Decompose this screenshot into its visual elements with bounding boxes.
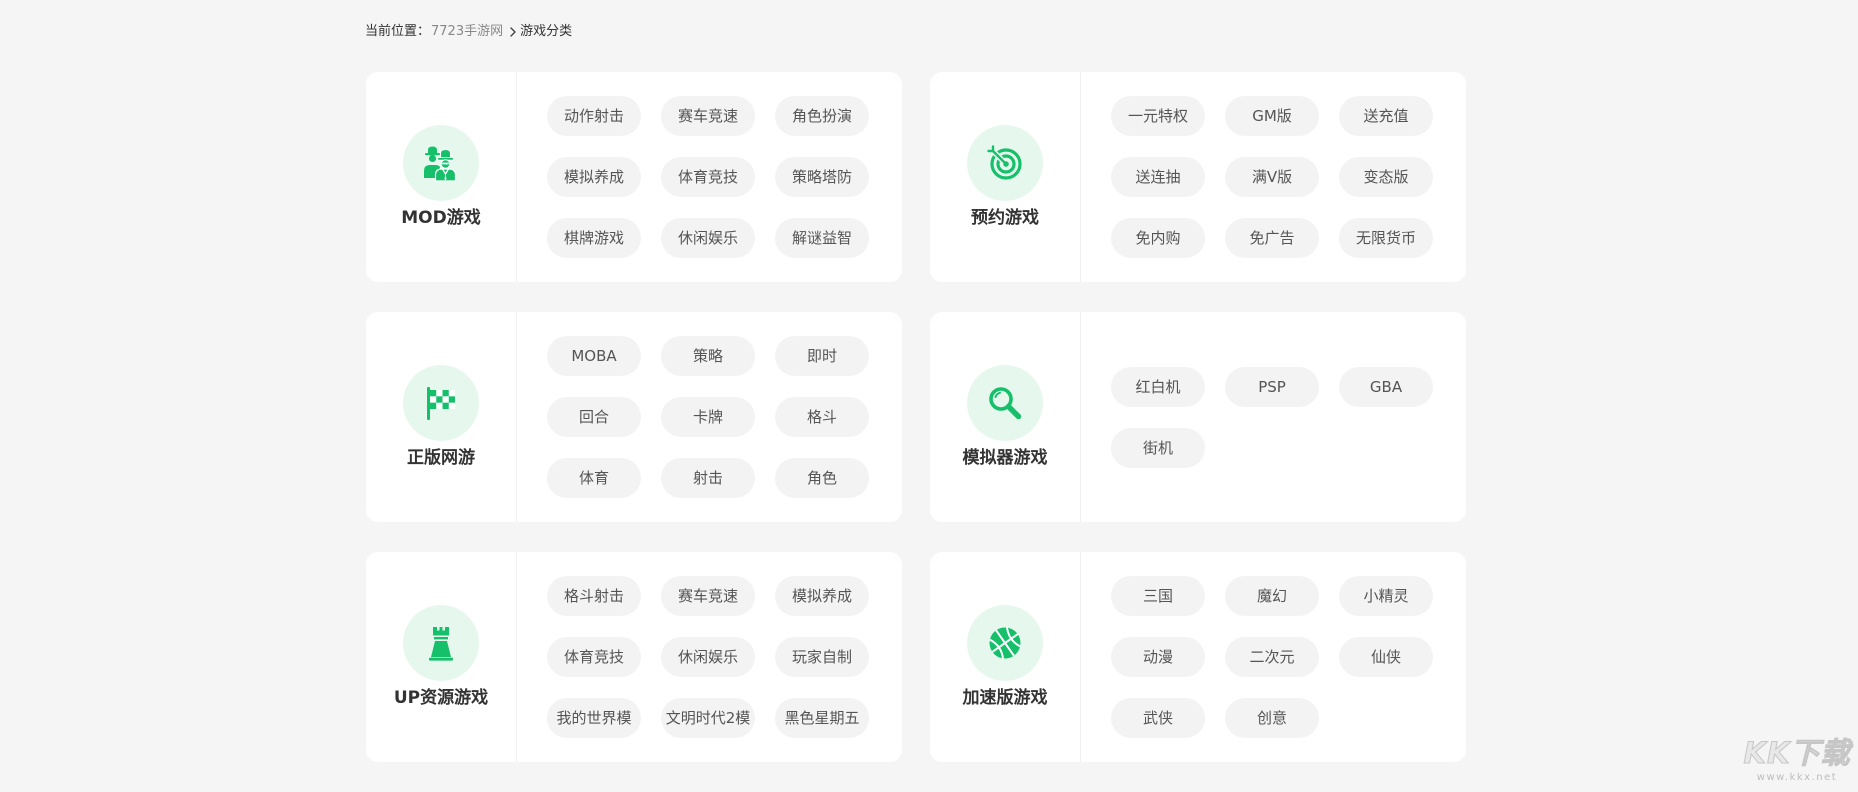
tag-link[interactable]: 武侠 (1111, 698, 1205, 738)
category-header: 模拟器游戏 (930, 312, 1081, 522)
tag-link[interactable]: 二次元 (1225, 637, 1319, 677)
tag-link[interactable]: 红白机 (1111, 366, 1205, 407)
category-header: MOD游戏 (366, 72, 517, 282)
tag-link[interactable]: 送连抽 (1111, 157, 1205, 197)
tag-link[interactable]: 满V版 (1225, 157, 1319, 197)
category-title[interactable]: 模拟器游戏 (963, 447, 1048, 469)
tag-list: 一元特权 GM版 送充值 送连抽 满V版 变态版 免内购 免广告 无限货币 (1081, 72, 1466, 282)
watermark-logo: KK下载 www.kkx.net (1740, 735, 1854, 787)
tag-link[interactable]: 赛车竞速 (661, 576, 755, 616)
category-card-up-resource: UP资源游戏 格斗射击 赛车竞速 模拟养成 体育竞技 休闲娱乐 玩家自制 我的世… (366, 552, 902, 762)
tag-link[interactable]: 策略 (661, 336, 755, 376)
category-header: 预约游戏 (930, 72, 1081, 282)
tag-link[interactable]: 格斗射击 (547, 576, 641, 616)
breadcrumb-current: 游戏分类 (520, 24, 573, 39)
tag-link[interactable]: 射击 (661, 458, 755, 498)
tag-link[interactable]: 格斗 (775, 397, 869, 437)
magnifier-icon (985, 383, 1025, 423)
tag-link[interactable]: 赛车竞速 (661, 96, 755, 136)
checkered-flag-icon (421, 383, 461, 423)
tag-list: 红白机 PSP GBA 街机 (1081, 312, 1466, 522)
tag-link[interactable]: 棋牌游戏 (547, 218, 641, 258)
category-title[interactable]: UP资源游戏 (394, 687, 488, 709)
tag-link[interactable]: 小精灵 (1339, 576, 1433, 616)
tag-link[interactable]: 魔幻 (1225, 576, 1319, 616)
tag-link[interactable]: 创意 (1225, 698, 1319, 738)
tag-link[interactable]: 解谜益智 (775, 218, 869, 258)
tag-link[interactable]: 休闲娱乐 (661, 218, 755, 258)
tag-link[interactable]: GM版 (1225, 96, 1319, 136)
category-icon-badge[interactable] (967, 605, 1043, 681)
tag-link[interactable]: 角色 (775, 458, 869, 498)
category-icon-badge[interactable] (403, 605, 479, 681)
basketball-icon (985, 623, 1025, 663)
breadcrumb-prefix: 当前位置： (365, 24, 431, 39)
tag-link[interactable]: 免广告 (1225, 218, 1319, 258)
tag-link[interactable]: 体育竞技 (661, 157, 755, 197)
tag-link[interactable]: 模拟养成 (547, 157, 641, 197)
tag-list: MOBA 策略 即时 回合 卡牌 格斗 体育 射击 角色 (517, 312, 902, 522)
tag-link[interactable]: 变态版 (1339, 157, 1433, 197)
tag-link[interactable]: 即时 (775, 336, 869, 376)
tower-icon (421, 623, 461, 663)
category-card-mod: MOD游戏 动作射击 赛车竞速 角色扮演 模拟养成 体育竞技 策略塔防 棋牌游戏… (366, 72, 902, 282)
category-header: 正版网游 (366, 312, 517, 522)
category-title[interactable]: MOD游戏 (401, 207, 480, 229)
category-title[interactable]: 正版网游 (407, 447, 475, 469)
target-icon (985, 143, 1025, 183)
tag-link[interactable]: 动漫 (1111, 637, 1205, 677)
tag-link[interactable]: 送充值 (1339, 96, 1433, 136)
tag-list: 三国 魔幻 小精灵 动漫 二次元 仙侠 武侠 创意 (1081, 552, 1466, 762)
category-header: UP资源游戏 (366, 552, 517, 762)
category-icon-badge[interactable] (403, 365, 479, 441)
tag-link[interactable]: 动作射击 (547, 96, 641, 136)
category-card-speed-version: 加速版游戏 三国 魔幻 小精灵 动漫 二次元 仙侠 武侠 创意 (930, 552, 1466, 762)
tag-link[interactable]: 策略塔防 (775, 157, 869, 197)
tag-link[interactable]: 文明时代2模 (661, 698, 755, 738)
tag-list: 格斗射击 赛车竞速 模拟养成 体育竞技 休闲娱乐 玩家自制 我的世界模 文明时代… (517, 552, 902, 762)
tag-link[interactable]: 玩家自制 (775, 637, 869, 677)
spy-icon (421, 143, 461, 183)
breadcrumb: 当前位置： 7723手游网 游戏分类 (365, 22, 572, 42)
tag-link[interactable]: 黑色星期五 (775, 698, 869, 738)
tag-link[interactable]: 体育 (547, 458, 641, 498)
category-card-official-online: 正版网游 MOBA 策略 即时 回合 卡牌 格斗 体育 射击 角色 (366, 312, 902, 522)
watermark-brand: KK下载 (1743, 736, 1851, 771)
tag-link[interactable]: 无限货币 (1339, 218, 1433, 258)
category-icon-badge[interactable] (967, 125, 1043, 201)
category-card-reservation: 预约游戏 一元特权 GM版 送充值 送连抽 满V版 变态版 免内购 免广告 无限… (930, 72, 1466, 282)
category-icon-badge[interactable] (967, 365, 1043, 441)
category-grid: MOD游戏 动作射击 赛车竞速 角色扮演 模拟养成 体育竞技 策略塔防 棋牌游戏… (366, 72, 1466, 762)
breadcrumb-home-link[interactable]: 7723手游网 (431, 22, 503, 42)
tag-link[interactable]: 仙侠 (1339, 637, 1433, 677)
tag-link[interactable]: 模拟养成 (775, 576, 869, 616)
tag-link[interactable]: GBA (1339, 366, 1433, 407)
category-title[interactable]: 加速版游戏 (963, 687, 1048, 709)
tag-link[interactable]: 免内购 (1111, 218, 1205, 258)
tag-link[interactable]: 一元特权 (1111, 96, 1205, 136)
tag-link[interactable]: 休闲娱乐 (661, 637, 755, 677)
tag-link[interactable]: MOBA (547, 336, 641, 376)
category-header: 加速版游戏 (930, 552, 1081, 762)
category-card-emulator: 模拟器游戏 红白机 PSP GBA 街机 (930, 312, 1466, 522)
tag-link[interactable]: 体育竞技 (547, 637, 641, 677)
watermark-url: www.kkx.net (1756, 772, 1838, 783)
tag-list: 动作射击 赛车竞速 角色扮演 模拟养成 体育竞技 策略塔防 棋牌游戏 休闲娱乐 … (517, 72, 902, 282)
tag-link[interactable]: 角色扮演 (775, 96, 869, 136)
category-icon-badge[interactable] (403, 125, 479, 201)
tag-link[interactable]: PSP (1225, 366, 1319, 407)
tag-link[interactable]: 回合 (547, 397, 641, 437)
chevron-right-icon (509, 27, 517, 37)
tag-link[interactable]: 三国 (1111, 576, 1205, 616)
tag-link[interactable]: 卡牌 (661, 397, 755, 437)
tag-link[interactable]: 街机 (1111, 427, 1205, 468)
category-title[interactable]: 预约游戏 (971, 207, 1039, 229)
tag-link[interactable]: 我的世界模 (547, 698, 641, 738)
